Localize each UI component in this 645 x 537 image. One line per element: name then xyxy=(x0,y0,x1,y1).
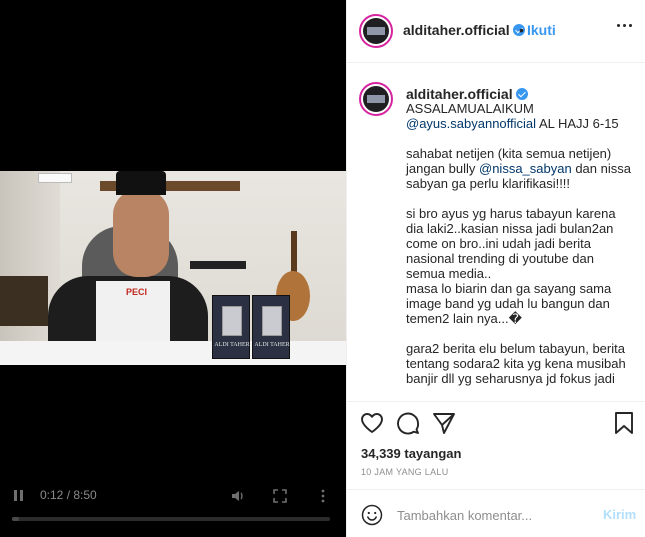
share-icon[interactable] xyxy=(431,410,457,436)
send-button[interactable]: Kirim xyxy=(603,507,636,522)
caption-username[interactable]: alditaher.official xyxy=(406,86,528,102)
avatar[interactable] xyxy=(359,14,393,48)
video-progress-fill xyxy=(12,517,20,521)
bookmark-icon[interactable] xyxy=(611,410,637,436)
shirt-print-text: PECI xyxy=(126,287,148,297)
more-options-icon[interactable] xyxy=(617,24,633,30)
desk xyxy=(0,341,346,365)
caption-line: AL HAJJ 6-15 xyxy=(536,116,619,131)
caption-text: ASSALAMUALAIKUM @ayus.sabyannofficial AL… xyxy=(406,101,636,386)
video-controls: 0:12 / 8:50 xyxy=(0,476,346,516)
action-bar xyxy=(347,410,645,442)
caption-paragraph: gara2 berita elu belum tabayun, berita t… xyxy=(406,341,630,386)
keyboard xyxy=(190,261,246,269)
comment-bar: Kirim xyxy=(347,489,645,537)
caption-username-text[interactable]: alditaher.official xyxy=(406,86,513,102)
post-panel: alditaher.official • Ikuti alditaher.off… xyxy=(346,0,645,537)
comment-input[interactable] xyxy=(397,504,587,526)
caption-paragraph: si bro ayus yg harus tabayun karena dia … xyxy=(406,206,616,326)
mention-link[interactable]: @nissa_sabyan xyxy=(479,161,572,176)
username-text[interactable]: alditaher.official xyxy=(403,22,510,38)
caption-line: ASSALAMUALAIKUM xyxy=(406,101,534,116)
perfume-bottle xyxy=(222,306,242,336)
box-label: ALDI TAHER xyxy=(254,342,290,348)
pause-icon[interactable] xyxy=(12,489,26,503)
volume-icon[interactable] xyxy=(230,488,246,504)
post-header: alditaher.official • Ikuti xyxy=(347,0,645,63)
separator-dot: • xyxy=(519,22,524,38)
box-label: ALDI TAHER xyxy=(214,342,250,348)
perfume-bottle xyxy=(262,306,282,336)
mention-link[interactable]: @ayus.sabyannofficial xyxy=(406,116,536,131)
person-head xyxy=(113,189,169,277)
caption-area: alditaher.official ASSALAMUALAIKUM @ayus… xyxy=(347,64,645,402)
product-box-right: ALDI TAHER xyxy=(252,295,290,359)
follow-button[interactable]: Ikuti xyxy=(527,22,556,38)
verified-icon xyxy=(515,88,528,100)
emoji-icon[interactable] xyxy=(361,504,383,526)
video-progress-bar[interactable] xyxy=(12,517,330,521)
product-box-left: ALDI TAHER xyxy=(212,295,250,359)
fullscreen-icon[interactable] xyxy=(273,489,287,503)
video-time: 0:12 / 8:50 xyxy=(40,488,97,502)
caption-avatar[interactable] xyxy=(359,82,393,116)
view-count[interactable]: 34,339 tayangan xyxy=(361,446,461,461)
video-frame[interactable]: PECI ALDI TAHER ALDI TAHER xyxy=(0,171,346,365)
post-time[interactable]: 10 JAM YANG LALU xyxy=(361,467,449,477)
shirt-print: PECI xyxy=(96,281,170,341)
video-player[interactable]: PECI ALDI TAHER ALDI TAHER 0:12 / 8:50 xyxy=(0,0,346,537)
bookshelf xyxy=(0,276,48,326)
person-cap xyxy=(116,171,166,195)
heart-icon[interactable] xyxy=(359,410,385,436)
wall-outlet xyxy=(38,173,72,183)
header-username[interactable]: alditaher.official xyxy=(403,22,525,38)
video-more-icon[interactable] xyxy=(319,488,327,504)
comment-icon[interactable] xyxy=(395,410,421,436)
